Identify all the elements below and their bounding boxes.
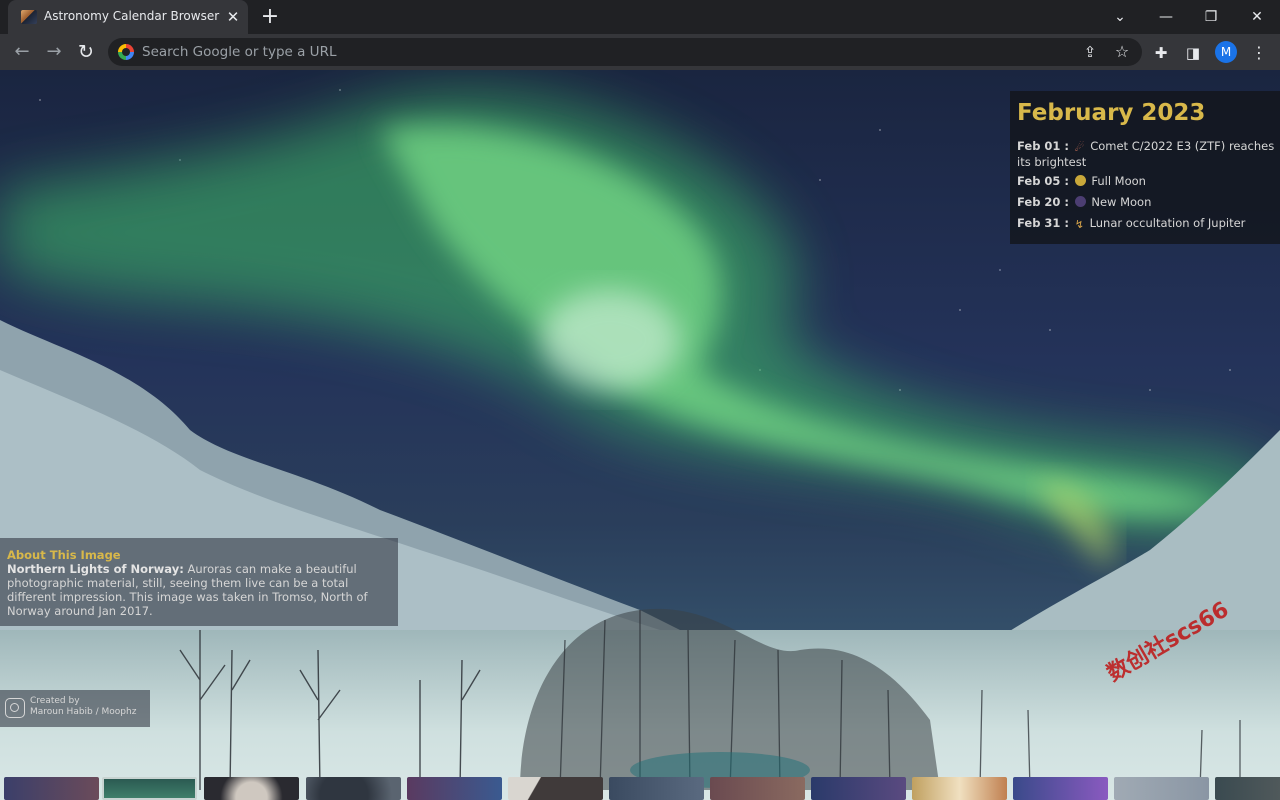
thumbnail-8[interactable] (710, 777, 805, 800)
tab-search-button[interactable]: ⌄ (1097, 0, 1143, 34)
event-date: Feb 01 : (1017, 139, 1070, 153)
event-date: Feb 31 : (1017, 216, 1070, 230)
thumbnail-4[interactable] (306, 777, 401, 800)
event-text: Full Moon (1091, 174, 1146, 188)
minimize-button[interactable]: — (1143, 0, 1189, 34)
thumbnail-3[interactable] (204, 777, 299, 800)
thumbnail-6[interactable] (508, 777, 603, 800)
thumbnail-12[interactable] (1114, 777, 1209, 800)
tab-astronomy-calendar[interactable]: Astronomy Calendar Browser Extension ✕ (8, 0, 248, 34)
event-text: New Moon (1091, 195, 1152, 209)
address-input[interactable] (142, 38, 1042, 66)
event-text: Lunar occultation of Jupiter (1089, 216, 1246, 230)
full-moon-icon (1074, 175, 1086, 186)
credit-label: Created by (30, 696, 80, 706)
tab-close-icon[interactable]: ✕ (224, 8, 242, 26)
event-date: Feb 20 : (1017, 195, 1070, 209)
thumbnail-13[interactable] (1215, 777, 1280, 800)
forward-button[interactable]: → (40, 38, 68, 66)
browser-toolbar: ← → ↻ ⇪ ☆ ✚ ◨ ⋮ (0, 34, 1280, 70)
about-text: Northern Lights of Norway: Auroras can m… (7, 562, 391, 618)
creator-credit[interactable]: Created by Maroun Habib / Moophz (0, 690, 150, 727)
thumbnail-1[interactable] (4, 777, 99, 800)
credit-author[interactable]: Maroun Habib / Moophz (30, 707, 136, 718)
profile-avatar[interactable]: M (1215, 41, 1237, 63)
calendar-event: Feb 31 : ↯ Lunar occultation of Jupiter (1017, 216, 1275, 232)
star-icon[interactable]: ☆ (1112, 42, 1132, 62)
share-icon[interactable]: ⇪ (1080, 42, 1100, 62)
event-date: Feb 05 : (1017, 174, 1070, 188)
back-button[interactable]: ← (8, 38, 36, 66)
calendar-event: Feb 05 : Full Moon (1017, 174, 1275, 188)
reload-button[interactable]: ↻ (72, 38, 100, 66)
thumbnail-2[interactable] (102, 777, 197, 800)
new-moon-icon (1074, 196, 1086, 207)
menu-icon[interactable]: ⋮ (1248, 42, 1270, 64)
maximize-button[interactable]: ❐ (1188, 0, 1234, 34)
thumbnail-strip (0, 777, 1280, 800)
thumbnail-9[interactable] (811, 777, 906, 800)
extensions-icon[interactable]: ✚ (1150, 42, 1172, 64)
calendar-month-title: February 2023 (1017, 100, 1206, 126)
new-tab-page: February 2023 Feb 01 : ☄ Comet C/2022 E3… (0, 70, 1280, 800)
omnibox[interactable]: ⇪ ☆ (108, 38, 1142, 66)
thumbnail-10[interactable] (912, 777, 1007, 800)
thumbnail-7[interactable] (609, 777, 704, 800)
thumbnail-11[interactable] (1013, 777, 1108, 800)
tab-bar: Astronomy Calendar Browser Extension ✕ +… (0, 0, 1280, 34)
calendar-event: Feb 20 : New Moon (1017, 195, 1275, 209)
instagram-icon[interactable] (5, 698, 25, 718)
tab-favicon-icon (21, 10, 37, 24)
comet-icon: ☄ (1074, 141, 1085, 154)
calendar-event: Feb 01 : ☄ Comet C/2022 E3 (ZTF) reaches… (1017, 139, 1275, 169)
google-icon (118, 44, 134, 60)
about-image-panel: About This Image Northern Lights of Norw… (0, 538, 398, 626)
calendar-panel: February 2023 Feb 01 : ☄ Comet C/2022 E3… (1010, 91, 1280, 244)
tab-title: Astronomy Calendar Browser Extension (44, 9, 220, 23)
about-image-title: Northern Lights of Norway: (7, 562, 184, 576)
about-heading: About This Image (7, 548, 121, 562)
occultation-icon: ↯ (1074, 218, 1084, 231)
side-panel-icon[interactable]: ◨ (1182, 42, 1204, 64)
new-tab-button[interactable]: + (258, 4, 282, 30)
close-window-button[interactable]: ✕ (1234, 0, 1280, 34)
thumbnail-5[interactable] (407, 777, 502, 800)
